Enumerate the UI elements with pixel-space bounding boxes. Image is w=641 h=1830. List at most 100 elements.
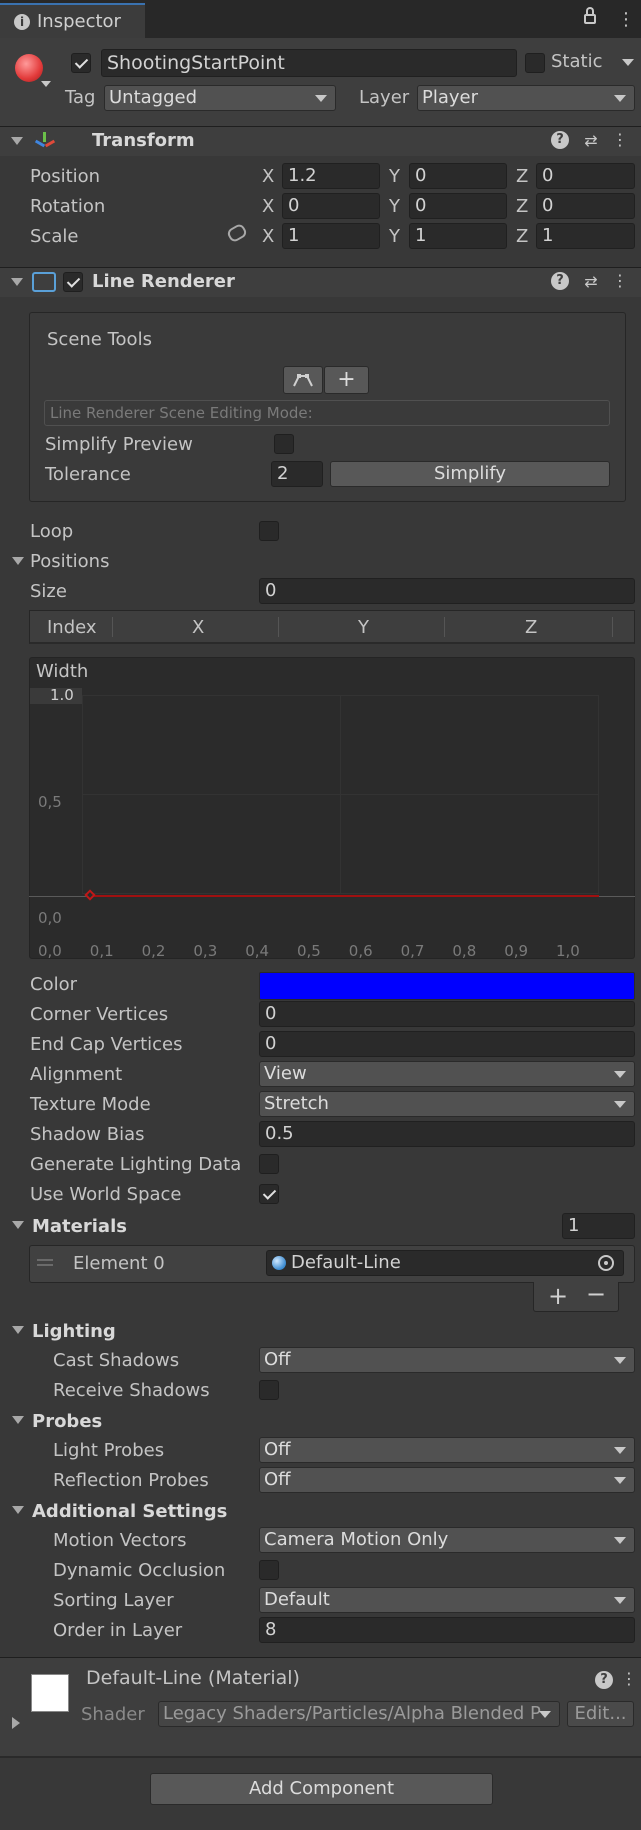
generate-lighting-checkbox[interactable] [259, 1154, 279, 1174]
axis-z-label[interactable]: Z [516, 226, 528, 247]
element-0-field[interactable]: Default-Line [266, 1250, 624, 1276]
transform-z-field[interactable]: 1 [536, 223, 635, 249]
tolerance-field[interactable]: 2 [271, 461, 323, 487]
constrain-proportions-icon[interactable] [225, 222, 249, 244]
static-dropdown-icon[interactable] [622, 59, 634, 66]
component-menu-icon[interactable]: ⋮ [610, 130, 630, 150]
transform-z-field[interactable]: 0 [536, 193, 635, 219]
add-component-button[interactable]: Add Component [150, 1773, 493, 1805]
help-icon[interactable]: ? [551, 131, 569, 149]
material-menu-icon[interactable]: ⋮ [619, 1669, 639, 1689]
materials-count-field[interactable]: 1 [562, 1213, 635, 1239]
width-title: Width [36, 661, 89, 682]
axis-y-label[interactable]: Y [389, 226, 400, 247]
transform-y-field[interactable]: 1 [409, 223, 507, 249]
probes-label[interactable]: Probes [32, 1411, 102, 1432]
axis-z-label[interactable]: Z [516, 196, 528, 217]
motion-vectors-dropdown[interactable]: Camera Motion Only [259, 1527, 635, 1553]
prop-label: Color [30, 974, 77, 995]
object-name-field[interactable]: ShootingStartPoint [101, 49, 517, 77]
simplify-preview-checkbox[interactable] [274, 434, 294, 454]
curve-grid-h [82, 794, 599, 795]
material-foldout-icon[interactable] [12, 1717, 20, 1729]
axis-y-label[interactable]: Y [389, 166, 400, 187]
size-label: Size [30, 581, 67, 602]
y-tick-top[interactable]: 1.0 [50, 686, 74, 704]
material-asset-icon [272, 1256, 286, 1270]
additional-settings-label[interactable]: Additional Settings [32, 1501, 227, 1522]
axis-x-label[interactable]: X [262, 226, 274, 247]
light-probes-dropdown[interactable]: Off [259, 1437, 635, 1463]
material-help-icon[interactable]: ? [595, 1671, 613, 1689]
order-in-layer-field[interactable]: 8 [259, 1617, 635, 1643]
axis-x-label[interactable]: X [262, 166, 274, 187]
positions-label[interactable]: Positions [30, 551, 109, 572]
layer-dropdown[interactable]: Player [417, 85, 635, 111]
tab-menu-icon[interactable]: ⋮ [617, 9, 635, 30]
axis-y-label[interactable]: Y [389, 196, 400, 217]
add-element-button[interactable]: + [548, 1282, 568, 1310]
prop-dropdown[interactable]: Stretch [259, 1091, 635, 1117]
reflection-probes-dropdown[interactable]: Off [259, 1467, 635, 1493]
presets-icon[interactable]: ⇄ [581, 131, 601, 151]
transform-x-field[interactable]: 1 [282, 223, 380, 249]
size-field[interactable]: 0 [259, 578, 635, 604]
line-renderer-enabled-checkbox[interactable] [63, 272, 83, 292]
static-checkbox[interactable] [525, 53, 545, 73]
col-index[interactable]: Index [47, 617, 97, 638]
prop-field[interactable]: 0.5 [259, 1121, 635, 1147]
info-icon: i [14, 14, 30, 30]
col-z[interactable]: Z [525, 617, 537, 638]
transform-foldout-icon[interactable] [11, 137, 23, 145]
prop-field[interactable]: 0 [259, 1031, 635, 1057]
cast-shadows-dropdown[interactable]: Off [259, 1347, 635, 1373]
remove-element-button[interactable]: − [586, 1280, 606, 1308]
lighting-label[interactable]: Lighting [32, 1321, 116, 1342]
gameobject-icon[interactable] [15, 54, 43, 82]
tag-dropdown[interactable]: Untagged [104, 85, 336, 111]
dynamic-occlusion-checkbox[interactable] [259, 1560, 279, 1580]
create-points-button[interactable]: + [324, 366, 369, 394]
lock-icon[interactable] [584, 14, 596, 24]
positions-foldout-icon[interactable] [12, 557, 24, 565]
transform-x-field[interactable]: 0 [282, 193, 380, 219]
col-x[interactable]: X [192, 617, 204, 638]
sorting-layer-dropdown[interactable]: Default [259, 1587, 635, 1613]
axis-z-label[interactable]: Z [516, 166, 528, 187]
transform-y-field[interactable]: 0 [409, 193, 507, 219]
simplify-button[interactable]: Simplify [330, 461, 610, 487]
axis-x-label[interactable]: X [262, 196, 274, 217]
materials-label[interactable]: Materials [32, 1216, 127, 1237]
width-curve-panel[interactable]: Width 1.0 0,5 0,0 0,0 0,1 0,2 0,3 0,4 0,5 0,6 0… [29, 657, 635, 960]
shader-label: Shader [81, 1704, 145, 1725]
x-tick: 1,0 [556, 942, 580, 960]
icon-dropdown-icon[interactable] [41, 81, 51, 87]
prop-field[interactable]: 0 [259, 1001, 635, 1027]
shader-dropdown[interactable]: Legacy Shaders/Particles/Alpha Blended P [158, 1701, 560, 1727]
color-field[interactable] [259, 972, 635, 1000]
x-tick: 0,5 [297, 942, 321, 960]
lr-menu-icon[interactable]: ⋮ [610, 271, 630, 291]
use-world-space-checkbox[interactable] [259, 1184, 279, 1204]
transform-x-field[interactable]: 1.2 [282, 163, 380, 189]
shader-edit-button[interactable]: Edit... [567, 1701, 634, 1727]
active-checkbox[interactable] [71, 53, 91, 73]
edit-points-button[interactable] [283, 366, 323, 394]
order-in-layer-label: Order in Layer [53, 1620, 183, 1641]
materials-foldout-icon[interactable] [12, 1221, 24, 1229]
loop-checkbox[interactable] [259, 521, 279, 541]
additional-foldout-icon[interactable] [12, 1506, 24, 1514]
tab-inspector[interactable]: i Inspector [0, 3, 145, 38]
prop-label: Corner Vertices [30, 1004, 169, 1025]
receive-shadows-checkbox[interactable] [259, 1380, 279, 1400]
lr-help-icon[interactable]: ? [551, 272, 569, 290]
line-renderer-foldout-icon[interactable] [11, 278, 23, 286]
probes-foldout-icon[interactable] [12, 1416, 24, 1424]
prop-dropdown[interactable]: View [259, 1061, 635, 1087]
drag-handle-icon[interactable] [37, 1259, 53, 1261]
transform-z-field[interactable]: 0 [536, 163, 635, 189]
lighting-foldout-icon[interactable] [12, 1326, 24, 1334]
col-y[interactable]: Y [358, 617, 369, 638]
transform-y-field[interactable]: 0 [409, 163, 507, 189]
lr-presets-icon[interactable]: ⇄ [581, 272, 601, 292]
